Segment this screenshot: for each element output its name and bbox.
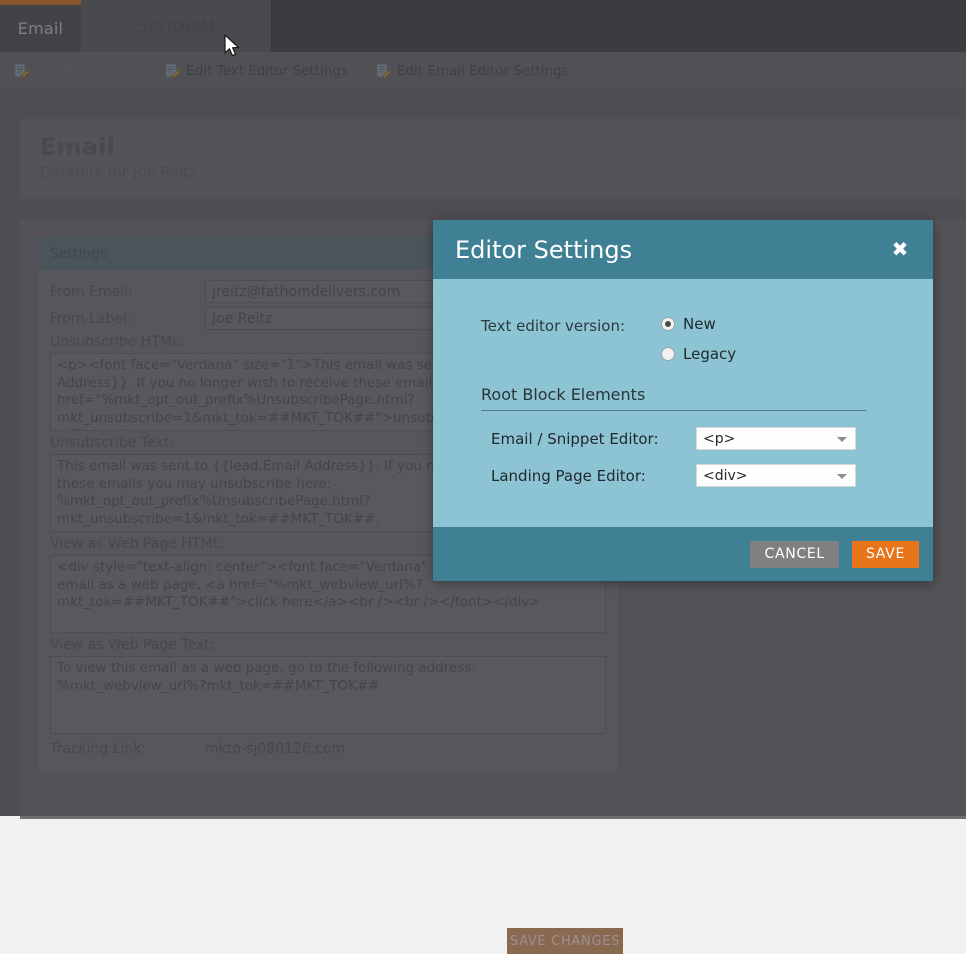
radio-new-icon[interactable] [661, 317, 675, 331]
text-editor-version-label: Text editor version: [481, 317, 626, 335]
tab-spf-dkim-label: SPF/DKIM [137, 16, 215, 36]
radio-legacy-icon[interactable] [661, 347, 675, 361]
edit-email-editor-settings-label: Edit Email Editor Settings [396, 62, 569, 79]
landing-page-editor-row: Landing Page Editor: <div> [481, 464, 903, 487]
save-button[interactable]: SAVE [851, 540, 919, 568]
edit-document-icon [14, 63, 30, 79]
close-icon[interactable]: ✖ [889, 238, 911, 260]
radio-legacy-label: Legacy [683, 345, 737, 363]
edit-ip-settings-action[interactable]: Edit IP Settings [14, 63, 137, 79]
radio-option-legacy[interactable]: Legacy [661, 345, 736, 363]
tab-spf-dkim[interactable]: SPF/DKIM [81, 0, 271, 52]
root-block-elements-heading: Root Block Elements [481, 385, 866, 411]
from-email-label: From Email: [50, 283, 133, 300]
radio-option-new[interactable]: New [661, 315, 736, 333]
dialog-title: Editor Settings [455, 235, 633, 264]
landing-page-editor-value: <div> [703, 467, 748, 484]
edit-text-editor-settings-action[interactable]: Edit Text Editor Settings [165, 63, 348, 79]
webpage-text-label: View as Web Page Text: [50, 637, 215, 653]
tracking-link-label: Tracking Link: [50, 741, 147, 757]
landing-page-editor-label: Landing Page Editor: [491, 466, 646, 485]
chevron-down-icon [837, 474, 847, 479]
action-toolbar: Edit IP Settings Edit Text Editor Settin… [0, 52, 966, 89]
text-editor-version-row: Text editor version: New Legacy [481, 315, 903, 375]
tracking-link-value: mkto-sj080126.com [205, 741, 346, 757]
cancel-button-label: CANCEL [764, 546, 825, 562]
page-subtitle: Defaults for Joe Reitz [40, 163, 198, 181]
webpage-text-block: View as Web Page Text: To view this emai… [50, 637, 606, 734]
chevron-down-icon [837, 437, 847, 442]
from-label-label: From Label: [50, 310, 132, 327]
edit-text-editor-settings-label: Edit Text Editor Settings [186, 62, 348, 79]
page-header: Email Defaults for Joe Reitz [20, 119, 966, 199]
tab-email-label: Email [17, 19, 64, 38]
email-snippet-editor-value: <p> [703, 430, 736, 447]
dialog-footer: CANCEL SAVE [433, 527, 933, 581]
dialog-header: Editor Settings ✖ [433, 220, 933, 279]
edit-email-editor-settings-action[interactable]: Edit Email Editor Settings [376, 63, 569, 79]
edit-document-icon [376, 63, 392, 79]
tracking-link-row: Tracking Link: mkto-sj080126.com [50, 741, 606, 757]
tab-email[interactable]: Email [0, 0, 81, 52]
tab-strip: Email SPF/DKIM [0, 0, 966, 52]
page-title: Email [40, 133, 116, 161]
edit-document-icon [165, 63, 181, 79]
cancel-button[interactable]: CANCEL [750, 540, 839, 568]
save-changes-label: SAVE CHANGES [509, 933, 621, 949]
save-changes-button[interactable]: SAVE CHANGES [507, 928, 623, 954]
email-snippet-editor-label: Email / Snippet Editor: [491, 429, 659, 448]
email-snippet-editor-row: Email / Snippet Editor: <p> [481, 427, 903, 450]
save-button-label: SAVE [865, 546, 905, 562]
editor-settings-dialog: Editor Settings ✖ Text editor version: N… [433, 220, 933, 581]
edit-ip-settings-label: Edit IP Settings [35, 62, 138, 79]
email-snippet-editor-select[interactable]: <p> [696, 427, 856, 450]
settings-panel-title: Settings [50, 245, 108, 262]
radio-new-label: New [683, 315, 716, 333]
landing-page-editor-select[interactable]: <div> [696, 464, 856, 487]
text-editor-version-radio-group: New Legacy [661, 315, 736, 375]
dialog-body: Text editor version: New Legacy Root Blo… [433, 279, 933, 527]
webpage-text-textarea[interactable]: To view this email as a web page, go to … [50, 656, 606, 734]
